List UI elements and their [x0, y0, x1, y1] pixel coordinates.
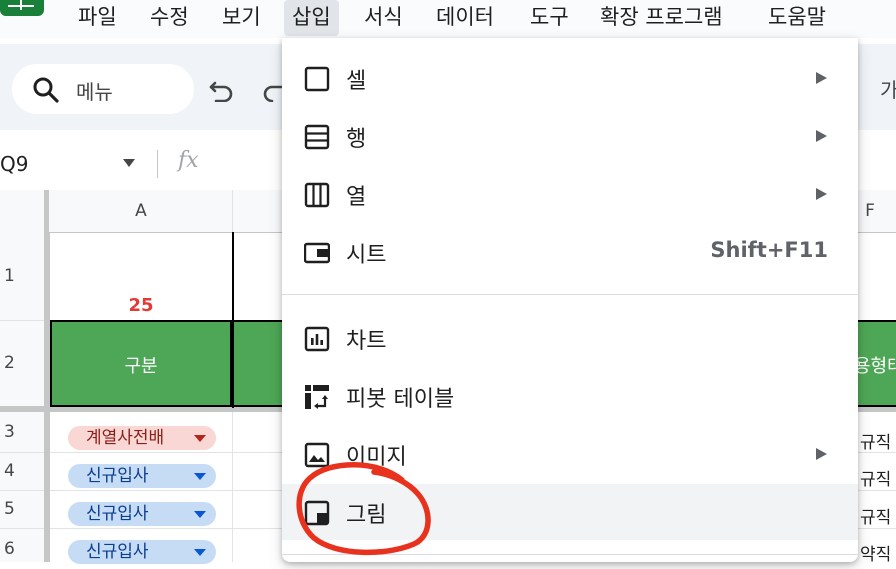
- menu-item-label: 셀: [346, 69, 367, 94]
- cell-b2[interactable]: [232, 320, 282, 407]
- cell-a2-value: 구분: [124, 356, 158, 377]
- cell-a1[interactable]: 25: [50, 232, 232, 320]
- cell-f3[interactable]: 규직: [860, 428, 891, 453]
- chip-label: 신규입사: [86, 504, 149, 524]
- menu-edit[interactable]: 수정: [142, 0, 197, 36]
- menu-item-cell[interactable]: 셀: [282, 50, 858, 106]
- menu-data[interactable]: 데이터: [428, 0, 502, 36]
- row-header-5[interactable]: 5: [0, 491, 44, 528]
- dropdown-chip[interactable]: 신규입사: [68, 540, 216, 564]
- chevron-down-icon: [194, 473, 206, 480]
- submenu-arrow-icon: [816, 130, 827, 142]
- row-icon: [304, 124, 330, 150]
- menu-insert[interactable]: 삽입: [284, 0, 339, 36]
- column-header-a[interactable]: A: [50, 190, 232, 232]
- menu-item-label: 차트: [346, 329, 387, 354]
- chip-label: 신규입사: [86, 466, 149, 486]
- sheets-logo-icon[interactable]: [0, 0, 44, 16]
- dropdown-chip[interactable]: 신규입사: [68, 502, 216, 526]
- sheet-icon: [304, 242, 330, 264]
- cell-f5[interactable]: 규직: [860, 503, 891, 528]
- menu-item-column[interactable]: 열: [282, 166, 858, 222]
- menu-item-label: 시트: [346, 243, 387, 268]
- chevron-down-icon: [194, 549, 206, 556]
- search-label: 메뉴: [76, 80, 113, 104]
- row-header-2[interactable]: 2: [0, 321, 44, 406]
- chip-label: 계열사전배: [86, 428, 165, 448]
- row-header-4[interactable]: 4: [0, 453, 44, 490]
- menu-item-label: 피봇 테이블: [346, 387, 455, 412]
- dropdown-chip[interactable]: 신규입사: [68, 464, 216, 488]
- row-header-6[interactable]: 6: [0, 529, 44, 562]
- font-family-select[interactable]: 가: [880, 74, 896, 103]
- menu-search-box[interactable]: 메뉴: [12, 64, 194, 114]
- menu-view[interactable]: 보기: [214, 0, 269, 36]
- grid-line: [232, 190, 233, 232]
- search-icon: [33, 77, 59, 103]
- menu-item-label: 행: [346, 127, 367, 152]
- cell-border: [232, 232, 234, 408]
- menu-item-label: 열: [346, 185, 367, 210]
- menu-format[interactable]: 서식: [356, 0, 411, 36]
- dropdown-chip[interactable]: 계열사전배: [68, 426, 216, 450]
- submenu-arrow-icon: [816, 448, 827, 460]
- column-icon: [304, 182, 330, 208]
- menu-divider: [282, 294, 858, 295]
- fx-icon: fx: [178, 148, 199, 173]
- chip-label: 신규입사: [86, 542, 149, 562]
- menu-bar: 파일 수정 보기 삽입 서식 데이터 도구 확장 프로그램 도움말: [0, 0, 896, 38]
- select-all-corner[interactable]: [0, 190, 49, 232]
- annotation-circle: [296, 462, 431, 556]
- cell-f4[interactable]: 규직: [860, 465, 891, 490]
- submenu-arrow-icon: [816, 188, 827, 200]
- cell-f2-value: 용형태: [858, 356, 896, 377]
- menu-extensions[interactable]: 확장 프로그램: [592, 0, 731, 36]
- menu-tools[interactable]: 도구: [522, 0, 577, 36]
- menu-item-chart[interactable]: 차트: [282, 310, 858, 366]
- grid-line: [232, 412, 233, 562]
- keyboard-shortcut: Shift+F11: [710, 238, 828, 262]
- submenu-arrow-icon: [816, 72, 827, 84]
- cell-a1-value: 25: [128, 295, 154, 316]
- chevron-down-icon: [194, 435, 206, 442]
- cell-f2[interactable]: 용형태: [858, 320, 896, 407]
- menu-item-row[interactable]: 행: [282, 108, 858, 164]
- cell-f6[interactable]: 약직: [860, 540, 891, 565]
- redo-icon[interactable]: [260, 78, 282, 102]
- menu-item-pivot-table[interactable]: 피봇 테이블: [282, 368, 858, 424]
- pivot-table-icon: [305, 385, 329, 409]
- cell-icon: [304, 66, 330, 92]
- menu-help[interactable]: 도움말: [760, 0, 834, 36]
- menu-file[interactable]: 파일: [70, 0, 125, 36]
- undo-icon[interactable]: [208, 78, 236, 102]
- chevron-down-icon[interactable]: [122, 158, 136, 168]
- chevron-down-icon: [194, 511, 206, 518]
- chart-icon: [304, 326, 330, 352]
- column-header-f[interactable]: F: [858, 190, 882, 232]
- row-header-3[interactable]: 3: [0, 412, 44, 452]
- cell-a2[interactable]: 구분: [50, 320, 232, 407]
- row-header-1[interactable]: 1: [0, 232, 44, 320]
- divider: [157, 150, 158, 178]
- name-box[interactable]: Q9: [0, 152, 28, 176]
- menu-item-sheet[interactable]: 시트 Shift+F11: [282, 224, 858, 280]
